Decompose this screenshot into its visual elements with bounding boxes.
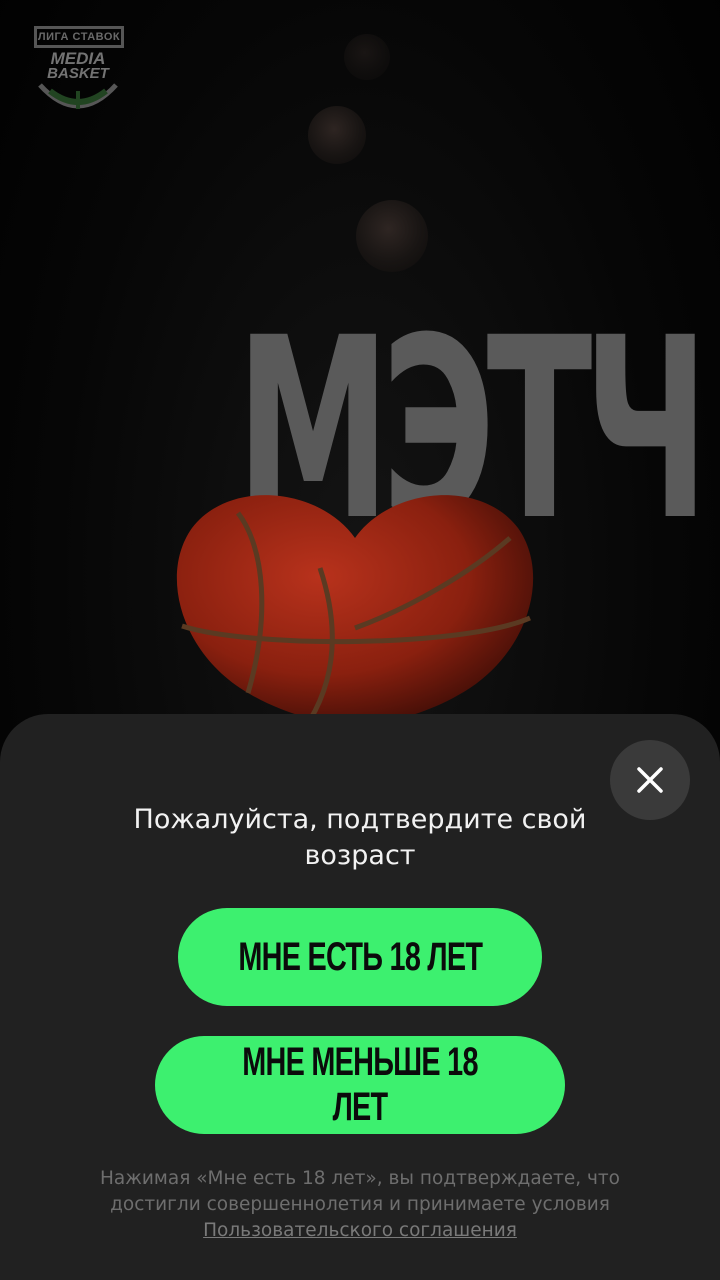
close-icon [637, 767, 663, 793]
disclaimer: Нажимая «Мне есть 18 лет», вы подтвержда… [60, 1166, 660, 1244]
age-confirmation-sheet: Пожалуйста, подтвердите свой возраст МНЕ… [0, 714, 720, 1280]
media-basket-logo: ЛИГА СТАВОК MEDIA BASKET [30, 26, 126, 130]
heart-basketball-image [176, 495, 534, 728]
logo-line2: BASKET [47, 65, 109, 82]
logo-top-text: ЛИГА СТАВОК [34, 26, 124, 48]
disclaimer-text: Нажимая «Мне есть 18 лет», вы подтвержда… [100, 1168, 620, 1215]
user-agreement-link[interactable]: Пользовательского соглашения [203, 1220, 517, 1241]
logo-line1: MEDIA [50, 49, 106, 68]
avatar [356, 200, 428, 272]
sheet-title: Пожалуйста, подтвердите свой возраст [133, 804, 587, 871]
under-18-button[interactable]: МНЕ МЕНЬШЕ 18 ЛЕТ [155, 1036, 565, 1134]
avatar [344, 34, 390, 80]
confirm-adult-label: МНЕ ЕСТЬ 18 ЛЕТ [238, 934, 483, 979]
basketball-emblem-icon [38, 83, 118, 109]
close-button[interactable] [610, 740, 690, 820]
under-18-label: МНЕ МЕНЬШЕ 18 ЛЕТ [242, 1040, 478, 1129]
confirm-adult-button[interactable]: МНЕ ЕСТЬ 18 ЛЕТ [178, 908, 542, 1006]
avatar [308, 106, 366, 164]
